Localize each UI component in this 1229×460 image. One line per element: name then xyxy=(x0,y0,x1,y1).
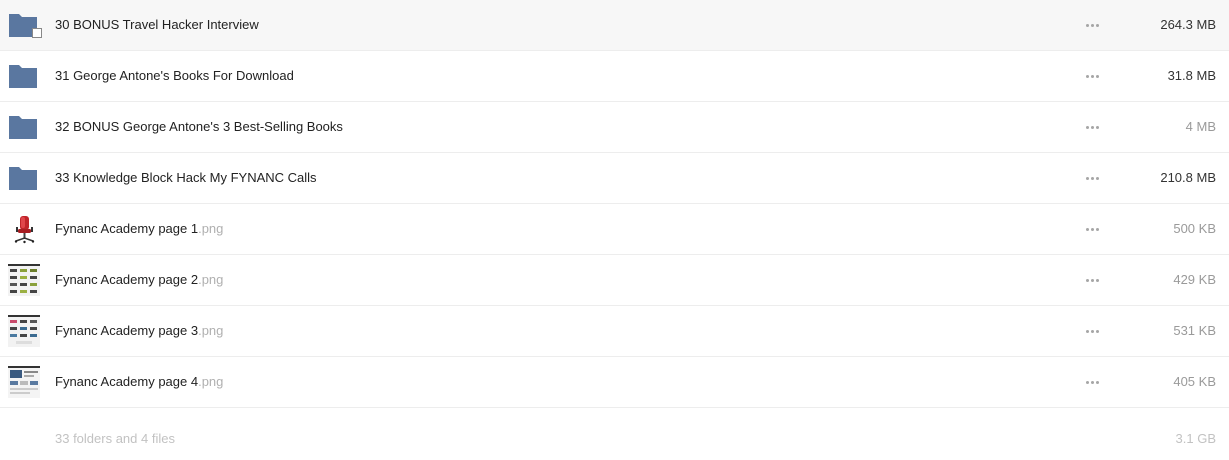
file-size: 4 MB xyxy=(1185,119,1216,134)
folder-icon xyxy=(8,162,40,194)
file-size: 500 KB xyxy=(1173,221,1216,236)
chair-thumbnail xyxy=(8,213,40,245)
more-options-icon[interactable] xyxy=(1080,118,1104,136)
file-row[interactable]: 32 BONUS George Antone's 3 Best-Selling … xyxy=(0,102,1229,153)
file-row[interactable]: Fynanc Academy page 4.png 405 KB xyxy=(0,357,1229,408)
file-name[interactable]: 32 BONUS George Antone's 3 Best-Selling … xyxy=(55,119,343,135)
summary-total-size: 3.1 GB xyxy=(1175,431,1216,446)
more-options-icon[interactable] xyxy=(1080,271,1104,289)
more-options-icon[interactable] xyxy=(1080,220,1104,238)
file-name[interactable]: Fynanc Academy page 2.png xyxy=(55,272,223,288)
more-options-icon[interactable] xyxy=(1080,67,1104,85)
file-name[interactable]: Fynanc Academy page 4.png xyxy=(55,374,223,390)
file-size: 210.8 MB xyxy=(1160,170,1216,185)
file-row[interactable]: Fynanc Academy page 2.png 429 KB xyxy=(0,255,1229,306)
file-size: 31.8 MB xyxy=(1167,68,1216,83)
file-name[interactable]: 31 George Antone's Books For Download xyxy=(55,68,294,84)
file-row[interactable]: Fynanc Academy page 1.png 500 KB xyxy=(0,204,1229,255)
folder-icon xyxy=(8,60,40,92)
file-row[interactable]: 31 George Antone's Books For Download 31… xyxy=(0,51,1229,102)
file-name[interactable]: Fynanc Academy page 3.png xyxy=(55,323,223,339)
more-options-icon[interactable] xyxy=(1080,373,1104,391)
file-size: 429 KB xyxy=(1173,272,1216,287)
file-size: 405 KB xyxy=(1173,374,1216,389)
file-name[interactable]: 33 Knowledge Block Hack My FYNANC Calls xyxy=(55,170,317,186)
file-name[interactable]: 30 BONUS Travel Hacker Interview xyxy=(55,17,259,33)
file-row[interactable]: 30 BONUS Travel Hacker Interview 264.3 M… xyxy=(0,0,1229,51)
file-row[interactable]: 33 Knowledge Block Hack My FYNANC Calls … xyxy=(0,153,1229,204)
webpage-thumbnail xyxy=(8,366,40,398)
more-options-icon[interactable] xyxy=(1080,169,1104,187)
file-row[interactable]: Fynanc Academy page 3.png 531 KB xyxy=(0,306,1229,357)
summary-count: 33 folders and 4 files xyxy=(55,431,175,446)
folder-icon xyxy=(8,111,40,143)
webpage-thumbnail xyxy=(8,315,40,347)
webpage-thumbnail xyxy=(8,264,40,296)
folder-summary: 33 folders and 4 files 3.1 GB xyxy=(0,408,1229,458)
select-checkbox[interactable] xyxy=(32,28,42,38)
file-size: 264.3 MB xyxy=(1160,17,1216,32)
file-list: 30 BONUS Travel Hacker Interview 264.3 M… xyxy=(0,0,1229,458)
file-size: 531 KB xyxy=(1173,323,1216,338)
file-name[interactable]: Fynanc Academy page 1.png xyxy=(55,221,223,237)
more-options-icon[interactable] xyxy=(1080,16,1104,34)
more-options-icon[interactable] xyxy=(1080,322,1104,340)
